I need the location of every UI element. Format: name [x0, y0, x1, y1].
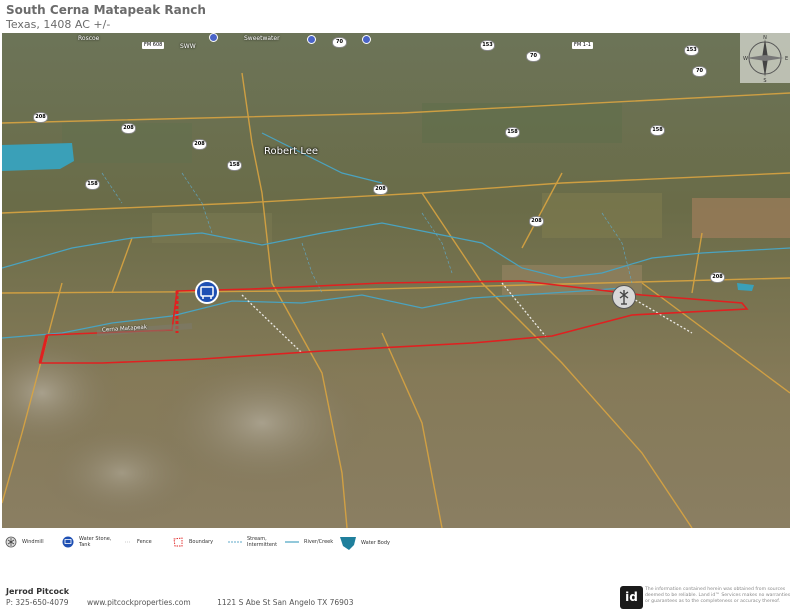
svg-text:S: S	[763, 78, 766, 83]
water-tank-icon	[62, 536, 74, 548]
compass-icon: N W E S	[743, 35, 788, 83]
fence-icon	[125, 541, 131, 543]
hill	[42, 423, 202, 523]
highway-shield: 208	[529, 216, 544, 227]
water-tank-marker[interactable]	[195, 280, 219, 304]
edge-label-sweetwater: Sweetwater	[244, 35, 280, 42]
legend-item-water-body: Water Body	[340, 536, 390, 550]
field-patch	[152, 213, 272, 243]
ranch-subtitle: Texas, 1408 AC +/-	[6, 18, 111, 31]
fm-label: FM 608	[142, 42, 165, 49]
field-patch	[542, 193, 662, 238]
windmill-marker[interactable]	[612, 285, 636, 309]
land-id-logo: id	[620, 586, 643, 609]
disclaimer-text: The information contained herein was obt…	[645, 587, 791, 604]
boundary-icon	[173, 537, 183, 547]
highway-shield: 158	[650, 125, 665, 136]
highway-shield: 158	[505, 127, 520, 138]
legend-item-boundary: Boundary	[172, 536, 213, 548]
fm-label: FM 1-1	[572, 42, 593, 49]
svg-text:E: E	[785, 56, 788, 62]
highway-shield: 208	[192, 139, 207, 150]
edge-label-sww: SWW	[180, 43, 196, 50]
legend-item-fence: Fence	[124, 536, 152, 548]
map-legend: Windmill Water Stone, Tank Fence Boundar…	[0, 532, 792, 558]
highway-shield: 208	[121, 123, 136, 134]
agent-address: 1121 S Abe St San Angelo TX 76903	[217, 598, 354, 607]
windmill-icon	[5, 536, 17, 548]
highway-shield: 70	[332, 37, 347, 48]
highway-shield: 208	[373, 184, 388, 195]
compass-rose: N W E S	[740, 33, 790, 83]
water-tank-icon	[200, 286, 214, 299]
field-patch	[692, 198, 790, 238]
highway-shield: 153	[480, 40, 495, 51]
agent-website[interactable]: www.pitcockproperties.com	[87, 598, 191, 607]
highway-shield: 158	[85, 179, 100, 190]
legend-item-windmill: Windmill	[5, 536, 44, 548]
interstate-shield-icon	[209, 33, 218, 42]
town-label-robert-lee: Robert Lee	[264, 146, 319, 157]
field-patch	[422, 103, 622, 143]
svg-text:N: N	[763, 35, 767, 41]
highway-shield: 208	[33, 112, 48, 123]
map-header: South Cerna Matapeak Ranch Texas, 1408 A…	[6, 3, 206, 32]
legend-item-stream: Stream, Intermittent	[228, 536, 281, 548]
map-canvas	[2, 33, 790, 528]
legend-item-river: River/Creek	[285, 536, 333, 548]
footer-contact: P: 325-650-4079 www.pitcockproperties.co…	[6, 598, 369, 607]
highway-shield: 208	[710, 272, 725, 283]
water-body-icon	[340, 537, 356, 550]
highway-shield: 70	[692, 66, 707, 77]
river-icon	[285, 541, 299, 543]
ranch-title: South Cerna Matapeak Ranch	[6, 3, 206, 17]
windmill-icon	[619, 290, 629, 305]
legend-item-water-tank: Water Stone, Tank	[62, 536, 115, 548]
highway-shield: 153	[684, 45, 699, 56]
edge-label-roscoe: Roscoe	[78, 35, 100, 42]
agent-phone: P: 325-650-4079	[6, 598, 69, 607]
satellite-map[interactable]: N W E S Roscoe FM 608 SWW Sweetwater FM …	[2, 33, 790, 528]
stream-icon	[228, 541, 242, 543]
highway-shield: 70	[526, 51, 541, 62]
interstate-shield-icon	[362, 35, 371, 44]
interstate-shield-icon	[307, 35, 316, 44]
water-body-lake	[2, 143, 74, 171]
highway-shield: 158	[227, 160, 242, 171]
agent-name: Jerrod Pitcock	[6, 587, 70, 596]
svg-text:W: W	[743, 56, 748, 62]
